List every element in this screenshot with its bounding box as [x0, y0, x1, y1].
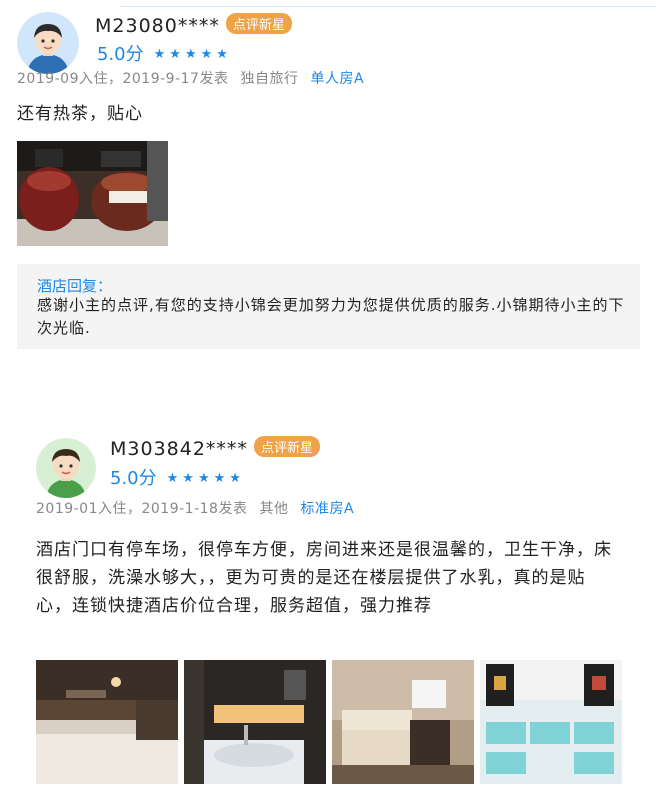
reply-text: 感谢小主的点评,有您的支持小锦会更加努力为您提供优质的服务.小锦期待小主的下次光…: [37, 296, 625, 337]
review-photo[interactable]: [332, 660, 474, 784]
avatar[interactable]: [17, 12, 79, 74]
hotel-reply: 酒店回复： 感谢小主的点评,有您的支持小锦会更加努力为您提供优质的服务.小锦期待…: [17, 264, 640, 349]
rating-score: 5.0分: [110, 468, 157, 489]
reviewer-badge: 点评新星: [253, 436, 320, 457]
stay-date: 2019-09入住，2019-9-17发表: [17, 71, 229, 87]
review-card-1: M23080**** 点评新星 5.0分 ★★★★★ 2019-09入住，2019-…: [17, 0, 656, 349]
trip-type: 独自旅行: [240, 71, 299, 87]
username[interactable]: M303842**** 点评新星: [110, 436, 320, 460]
review-photo[interactable]: [480, 660, 622, 784]
review-header: M23080**** 点评新星 5.0分 ★★★★★: [17, 0, 656, 74]
star-icon: ★★★★★: [153, 47, 232, 62]
rating-score: 5.0分: [97, 44, 144, 65]
trip-type: 其他: [259, 501, 289, 517]
reviewer-badge: 点评新星: [225, 13, 292, 34]
review-header: M303842**** 点评新星 5.0分 ★★★★★: [36, 432, 656, 498]
reply-title: 酒店回复：: [37, 277, 113, 295]
review-meta: 2019-01入住，2019-1-18发表 其他 标准房A: [36, 498, 354, 518]
review-card-2: M303842**** 点评新星 5.0分 ★★★★★ 2019-01入住，2019…: [36, 432, 656, 784]
room-type-link[interactable]: 标准房A: [300, 501, 354, 517]
stay-date: 2019-01入住，2019-1-18发表: [36, 501, 248, 517]
star-icon: ★★★★★: [166, 471, 245, 486]
rating: 5.0分 ★★★★★: [110, 464, 245, 490]
review-photo[interactable]: [36, 660, 178, 784]
username-text[interactable]: M303842****: [110, 438, 248, 460]
review-photo[interactable]: [17, 141, 168, 246]
avatar[interactable]: [36, 438, 96, 498]
rating: 5.0分 ★★★★★: [97, 40, 232, 66]
username-text[interactable]: M23080****: [95, 15, 220, 37]
review-meta: 2019-09入住，2019-9-17发表 独自旅行 单人房A: [17, 68, 364, 88]
review-content: 酒店门口有停车场，很停车方便，房间进来还是很温馨的，卫生干净，床很舒服，洗澡水够…: [36, 540, 612, 616]
review-content: 还有热茶，贴心: [17, 104, 143, 124]
review-photo[interactable]: [184, 660, 326, 784]
username[interactable]: M23080**** 点评新星: [95, 13, 292, 37]
room-type-link[interactable]: 单人房A: [310, 71, 364, 87]
